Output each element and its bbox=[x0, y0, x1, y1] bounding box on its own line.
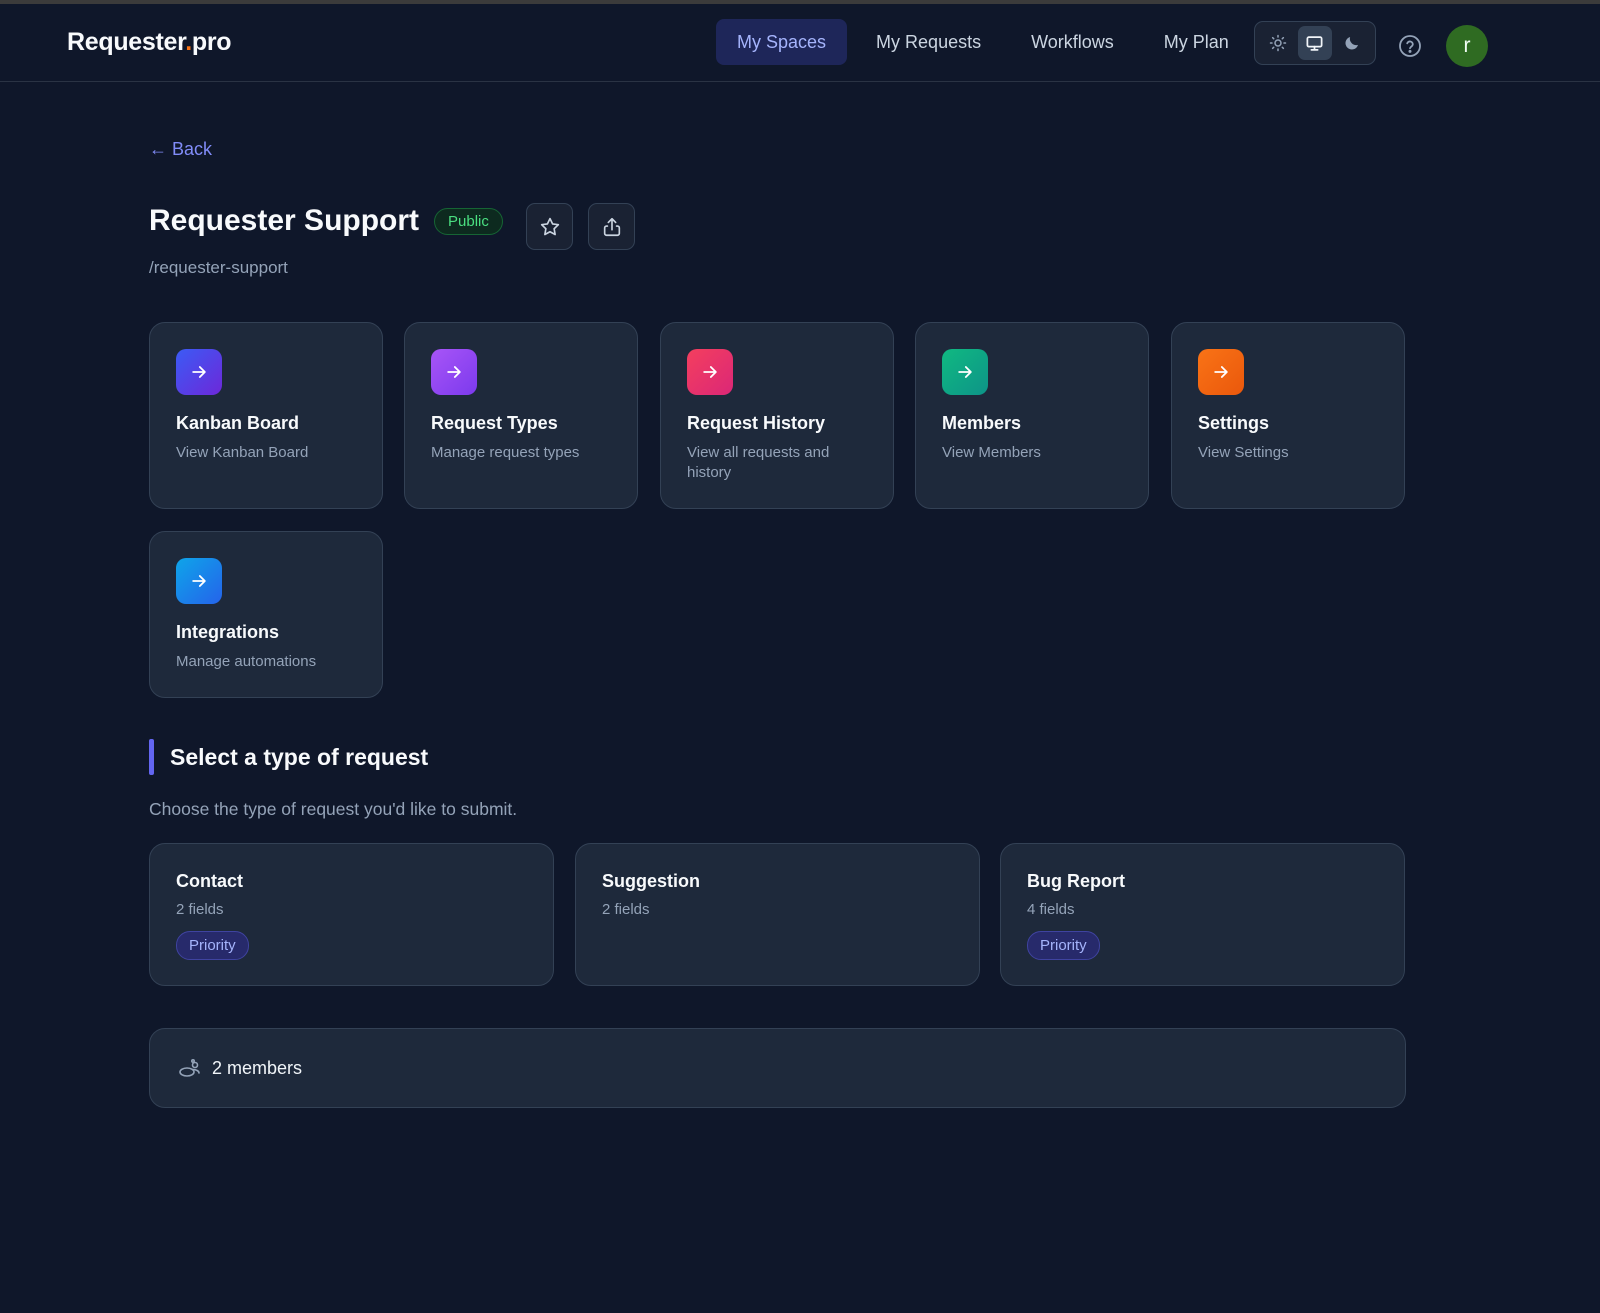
visibility-badge: Public bbox=[434, 207, 503, 235]
nav-workflows[interactable]: Workflows bbox=[1010, 19, 1135, 65]
moon-icon bbox=[1345, 37, 1359, 50]
card-icon-tile bbox=[687, 349, 733, 395]
card-request-history[interactable]: Request History View all requests and hi… bbox=[660, 322, 894, 509]
system-theme-button[interactable] bbox=[1297, 26, 1332, 60]
light-theme-button[interactable] bbox=[1261, 26, 1295, 60]
sun-icon bbox=[1269, 34, 1286, 52]
card-title: Request Types bbox=[431, 413, 558, 433]
card-description: Manage automations bbox=[176, 653, 317, 670]
section-title: Select a type of request bbox=[170, 743, 429, 770]
dark-theme-button[interactable] bbox=[1335, 26, 1369, 60]
monitor-icon bbox=[1306, 35, 1323, 51]
help-button[interactable] bbox=[1398, 34, 1422, 58]
request-type-suggestion[interactable]: Suggestion 2 fields bbox=[575, 843, 980, 986]
section-heading: Select a type of request bbox=[149, 739, 428, 775]
request-type-name: Contact bbox=[176, 871, 243, 891]
space-title-row: Requester Support Public bbox=[149, 204, 503, 238]
back-link[interactable]: ← Back bbox=[149, 139, 212, 160]
card-description: View Settings bbox=[1198, 444, 1289, 461]
card-title: Request History bbox=[687, 413, 826, 433]
arrow-right-icon bbox=[192, 575, 206, 587]
priority-badge: Priority bbox=[176, 931, 249, 960]
card-icon-tile bbox=[1198, 349, 1244, 395]
card-description: View Members bbox=[942, 444, 1041, 461]
arrow-right-icon bbox=[1214, 366, 1228, 378]
card-icon-tile bbox=[176, 349, 222, 395]
request-type-field-count: 4 fields bbox=[1027, 901, 1075, 918]
card-title: Kanban Board bbox=[176, 413, 300, 433]
help-circle-icon bbox=[1399, 35, 1421, 57]
favorite-button[interactable] bbox=[526, 203, 573, 250]
share-button[interactable] bbox=[588, 203, 635, 250]
request-type-contact[interactable]: Contact 2 fields Priority bbox=[149, 843, 554, 986]
nav-my-spaces[interactable]: My Spaces bbox=[716, 19, 848, 65]
space-slug: /requester-support bbox=[149, 258, 288, 277]
members-summary[interactable]: 2 members bbox=[149, 1028, 1406, 1108]
request-type-name: Suggestion bbox=[602, 871, 700, 891]
card-integrations[interactable]: Integrations Manage automations bbox=[149, 531, 383, 698]
card-icon-tile bbox=[942, 349, 988, 395]
card-icon-tile bbox=[176, 558, 222, 604]
card-request-types[interactable]: Request Types Manage request types bbox=[404, 322, 638, 509]
section-accent-bar bbox=[149, 739, 154, 775]
request-type-field-count: 2 fields bbox=[602, 901, 650, 918]
card-title: Members bbox=[942, 413, 1022, 433]
arrow-right-icon bbox=[447, 366, 461, 378]
card-icon-tile bbox=[431, 349, 477, 395]
star-icon bbox=[540, 217, 559, 235]
card-title: Settings bbox=[1198, 413, 1270, 433]
request-type-name: Bug Report bbox=[1027, 871, 1125, 891]
share-icon bbox=[603, 217, 620, 236]
arrow-right-icon bbox=[703, 366, 717, 378]
nav-my-requests[interactable]: My Requests bbox=[855, 19, 1002, 65]
user-avatar[interactable]: r bbox=[1446, 25, 1488, 67]
main-nav: My Spaces My Requests Workflows My Plan bbox=[716, 19, 1250, 65]
top-nav-bar: Requester.pro My Spaces My Requests Work… bbox=[0, 4, 1600, 82]
nav-my-plan[interactable]: My Plan bbox=[1143, 19, 1250, 65]
members-count: 2 members bbox=[212, 1057, 303, 1078]
priority-badge: Priority bbox=[1027, 931, 1100, 960]
app-logo[interactable]: Requester.pro bbox=[67, 28, 232, 57]
card-title: Integrations bbox=[176, 622, 280, 642]
section-description: Choose the type of request you'd like to… bbox=[149, 799, 518, 819]
card-description: View Kanban Board bbox=[176, 444, 309, 461]
page-title: Requester Support bbox=[149, 204, 420, 237]
request-type-bug-report[interactable]: Bug Report 4 fields Priority bbox=[1000, 843, 1405, 986]
card-settings[interactable]: Settings View Settings bbox=[1171, 322, 1405, 509]
card-kanban-board[interactable]: Kanban Board View Kanban Board bbox=[149, 322, 383, 509]
theme-toggle bbox=[1254, 21, 1376, 65]
card-members[interactable]: Members View Members bbox=[915, 322, 1149, 509]
arrow-right-icon bbox=[192, 366, 206, 378]
users-icon bbox=[179, 1058, 200, 1077]
request-type-field-count: 2 fields bbox=[176, 901, 224, 918]
card-description: View all requests and history bbox=[687, 444, 830, 481]
card-description: Manage request types bbox=[431, 444, 580, 461]
arrow-right-icon bbox=[958, 366, 972, 378]
